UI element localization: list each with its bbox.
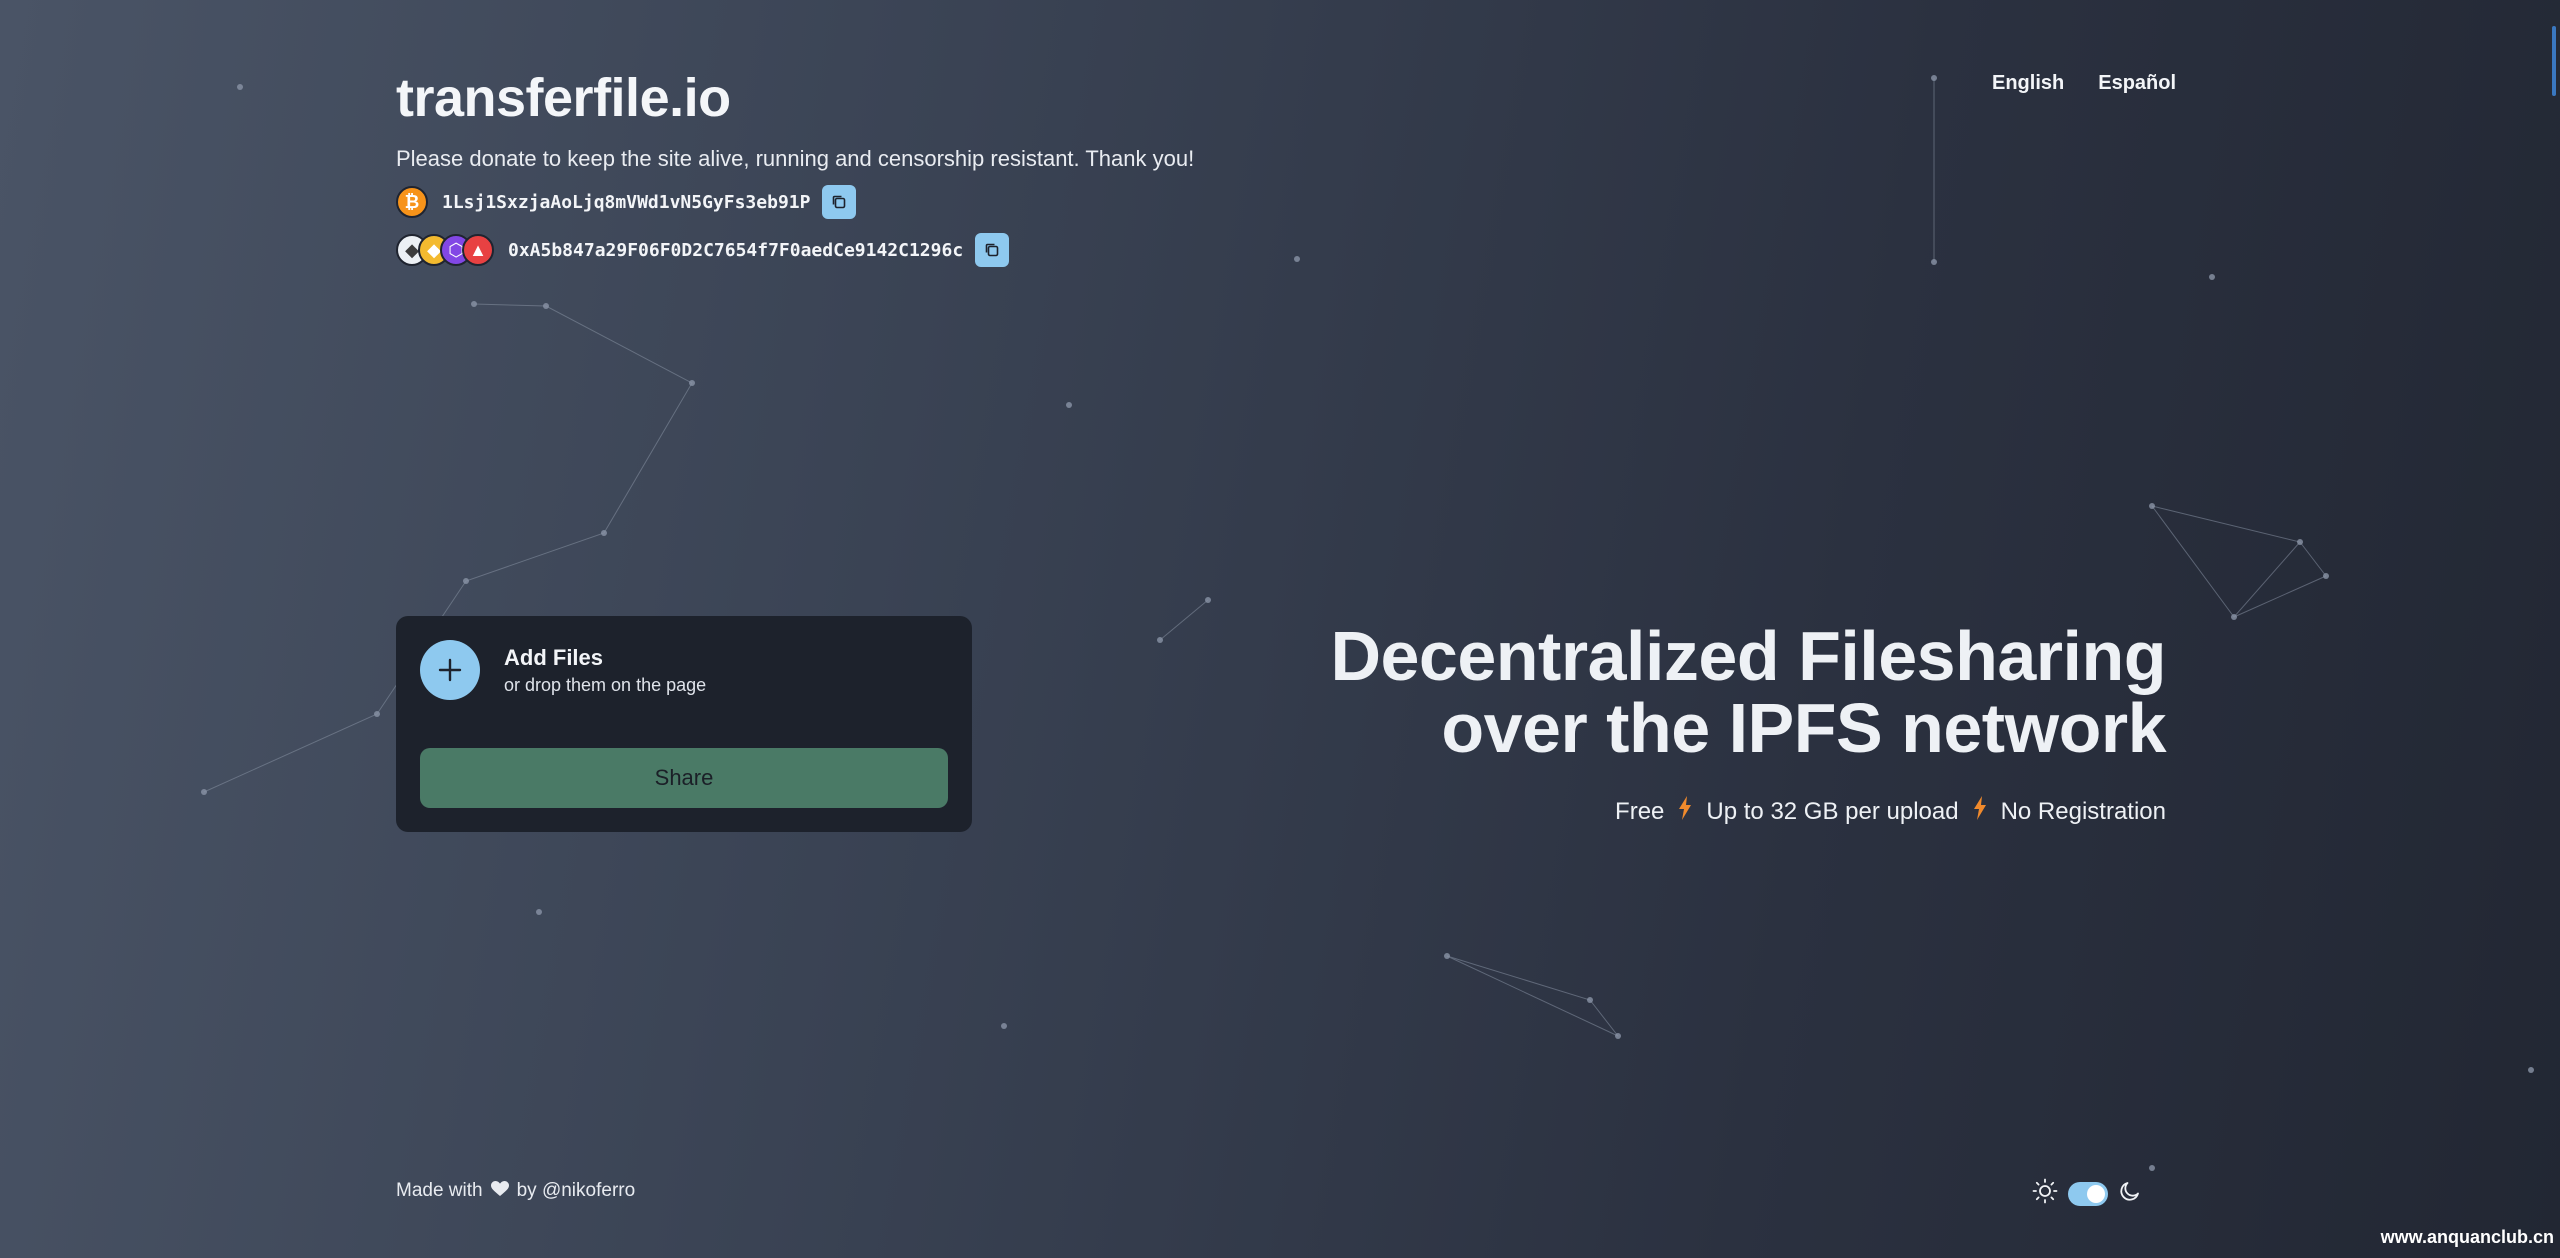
made-with-text: Made with bbox=[396, 1180, 483, 1201]
lightning-icon bbox=[1678, 796, 1692, 827]
copy-icon bbox=[833, 195, 846, 209]
copy-btc-address-button[interactable] bbox=[822, 185, 857, 219]
btc-address: 1Lsj1SxzjaAoLjq8mVWd1vN5GyFs3eb91P bbox=[442, 191, 811, 213]
heart-icon bbox=[490, 1180, 509, 1202]
lightning-icon bbox=[1973, 796, 1987, 827]
plus-icon bbox=[420, 640, 480, 700]
watermark-text: www.anquanclub.cn bbox=[2380, 1227, 2554, 1247]
avalanche-icon: ▲ bbox=[462, 234, 494, 266]
site-title[interactable]: transferfile.io bbox=[396, 66, 1194, 130]
hero-headline-line2: over the IPFS network bbox=[1441, 689, 2166, 767]
footer-credit: Made with by @nikoferro bbox=[396, 1180, 635, 1202]
add-files-title: Add Files bbox=[504, 644, 604, 670]
btc-donation-row: ₿ 1Lsj1SxzjaAoLjq8mVWd1vN5GyFs3eb91P bbox=[396, 184, 1194, 220]
upload-card: Add Files or drop them on the page Share bbox=[396, 616, 972, 832]
language-english-link[interactable]: English bbox=[1992, 72, 2064, 95]
feature-list: Free Up to 32 GB per upload No Registrat… bbox=[1330, 796, 2166, 827]
add-files-button[interactable]: Add Files or drop them on the page bbox=[420, 640, 706, 700]
language-switcher: English Español bbox=[1992, 72, 2176, 95]
site-header: transferfile.io Please donate to keep th… bbox=[396, 66, 1194, 268]
hero-section: Decentralized Filesharing over the IPFS … bbox=[1330, 620, 2166, 827]
author-link[interactable]: by @nikoferro bbox=[517, 1180, 636, 1202]
share-button[interactable]: Share bbox=[420, 748, 948, 808]
feature-size-limit: Up to 32 GB per upload bbox=[1706, 797, 1959, 825]
crypto-coins-stack: ◆ ◆ ⬡ ▲ bbox=[396, 234, 494, 266]
copy-icon bbox=[985, 243, 999, 257]
feature-free: Free bbox=[1615, 797, 1665, 825]
language-spanish-link[interactable]: Español bbox=[2098, 72, 2176, 95]
hero-headline-line1: Decentralized Filesharing bbox=[1330, 617, 2166, 695]
particle-network-background bbox=[201, 75, 2534, 1171]
vertical-scrollbar[interactable] bbox=[2548, 0, 2560, 1258]
sun-icon bbox=[2032, 1178, 2058, 1209]
moon-icon bbox=[2118, 1179, 2142, 1208]
evm-address: 0xA5b847a29F06F0D2C7654f7F0aedCe9142C129… bbox=[508, 239, 964, 261]
scrollbar-thumb[interactable] bbox=[2552, 26, 2556, 96]
feature-no-registration: No Registration bbox=[2000, 797, 2166, 825]
theme-switcher bbox=[2032, 1178, 2142, 1209]
copy-evm-address-button[interactable] bbox=[975, 233, 1010, 267]
theme-toggle[interactable] bbox=[2068, 1181, 2108, 1206]
bitcoin-icon: ₿ bbox=[396, 186, 428, 218]
donate-message: Please donate to keep the site alive, ru… bbox=[396, 146, 1195, 171]
evm-donation-row: ◆ ◆ ⬡ ▲ 0xA5b847a29F06F0D2C7654f7F0aedCe… bbox=[396, 232, 1194, 268]
add-files-subtitle: or drop them on the page bbox=[504, 674, 707, 695]
toggle-knob bbox=[2087, 1184, 2105, 1203]
